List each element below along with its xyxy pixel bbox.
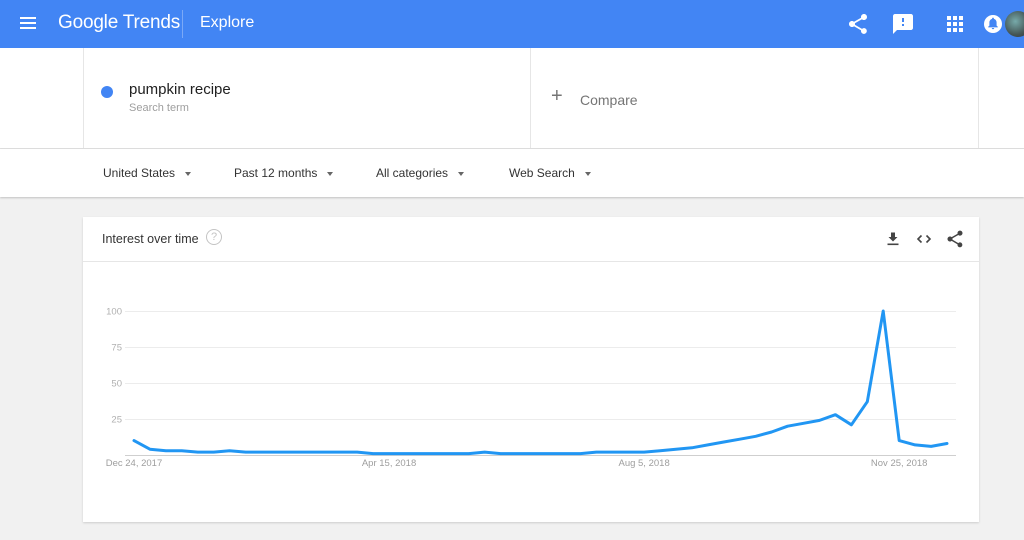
search-term-subtitle: Search term: [129, 102, 189, 114]
x-tick-label: Apr 15, 2018: [362, 458, 416, 469]
caret-down-icon: [458, 171, 465, 176]
share-icon[interactable]: [846, 12, 870, 36]
x-tick-label: Dec 24, 2017: [106, 458, 163, 469]
feedback-icon[interactable]: [891, 12, 915, 36]
y-tick-label: 25: [111, 415, 122, 426]
x-tick-label: Nov 25, 2018: [871, 458, 928, 469]
y-tick-label: 100: [106, 307, 122, 318]
series-line: [132, 309, 949, 456]
search-term[interactable]: pumpkin recipe: [129, 81, 231, 98]
divider: [978, 48, 979, 148]
top-app-bar: Google Trends Explore: [0, 0, 1024, 48]
filter-bar: United States Past 12 months All categor…: [0, 149, 1024, 197]
time-range-dropdown[interactable]: Past 12 months: [234, 166, 334, 180]
apps-icon[interactable]: [943, 12, 967, 36]
term-color-dot: [101, 86, 113, 98]
caret-down-icon: [327, 171, 334, 176]
category-dropdown[interactable]: All categories: [376, 166, 465, 180]
add-icon: +: [551, 85, 563, 107]
y-tick-label: 50: [111, 379, 122, 390]
avatar[interactable]: [1005, 11, 1024, 37]
search-term-card[interactable]: pumpkin recipe Search term: [84, 48, 530, 148]
search-type-dropdown[interactable]: Web Search: [509, 166, 591, 180]
search-type-label: Web Search: [509, 166, 575, 180]
app-logo[interactable]: Google Trends: [58, 12, 180, 34]
interest-over-time-card: Interest over time ? 25 50 75 100 Dec 24, 2…: [83, 217, 979, 522]
region-label: United States: [103, 166, 176, 180]
notifications-icon[interactable]: [981, 12, 1005, 36]
category-label: All categories: [376, 166, 449, 180]
search-terms-bar: pumpkin recipe Search term + Compare: [0, 48, 1024, 149]
header-divider: [182, 10, 183, 38]
menu-icon[interactable]: [20, 17, 36, 31]
region-dropdown[interactable]: United States: [103, 166, 192, 180]
page-title: Explore: [200, 14, 255, 31]
caret-down-icon: [185, 171, 192, 176]
interest-chart: 25 50 75 100 Dec 24, 2017 Apr 15, 2018 Aug 5,…: [106, 307, 956, 469]
caret-down-icon: [584, 171, 591, 176]
y-tick-label: 75: [111, 343, 122, 354]
x-tick-label: Aug 5, 2018: [618, 458, 669, 469]
time-range-label: Past 12 months: [234, 166, 318, 180]
compare-label[interactable]: Compare: [580, 92, 638, 108]
